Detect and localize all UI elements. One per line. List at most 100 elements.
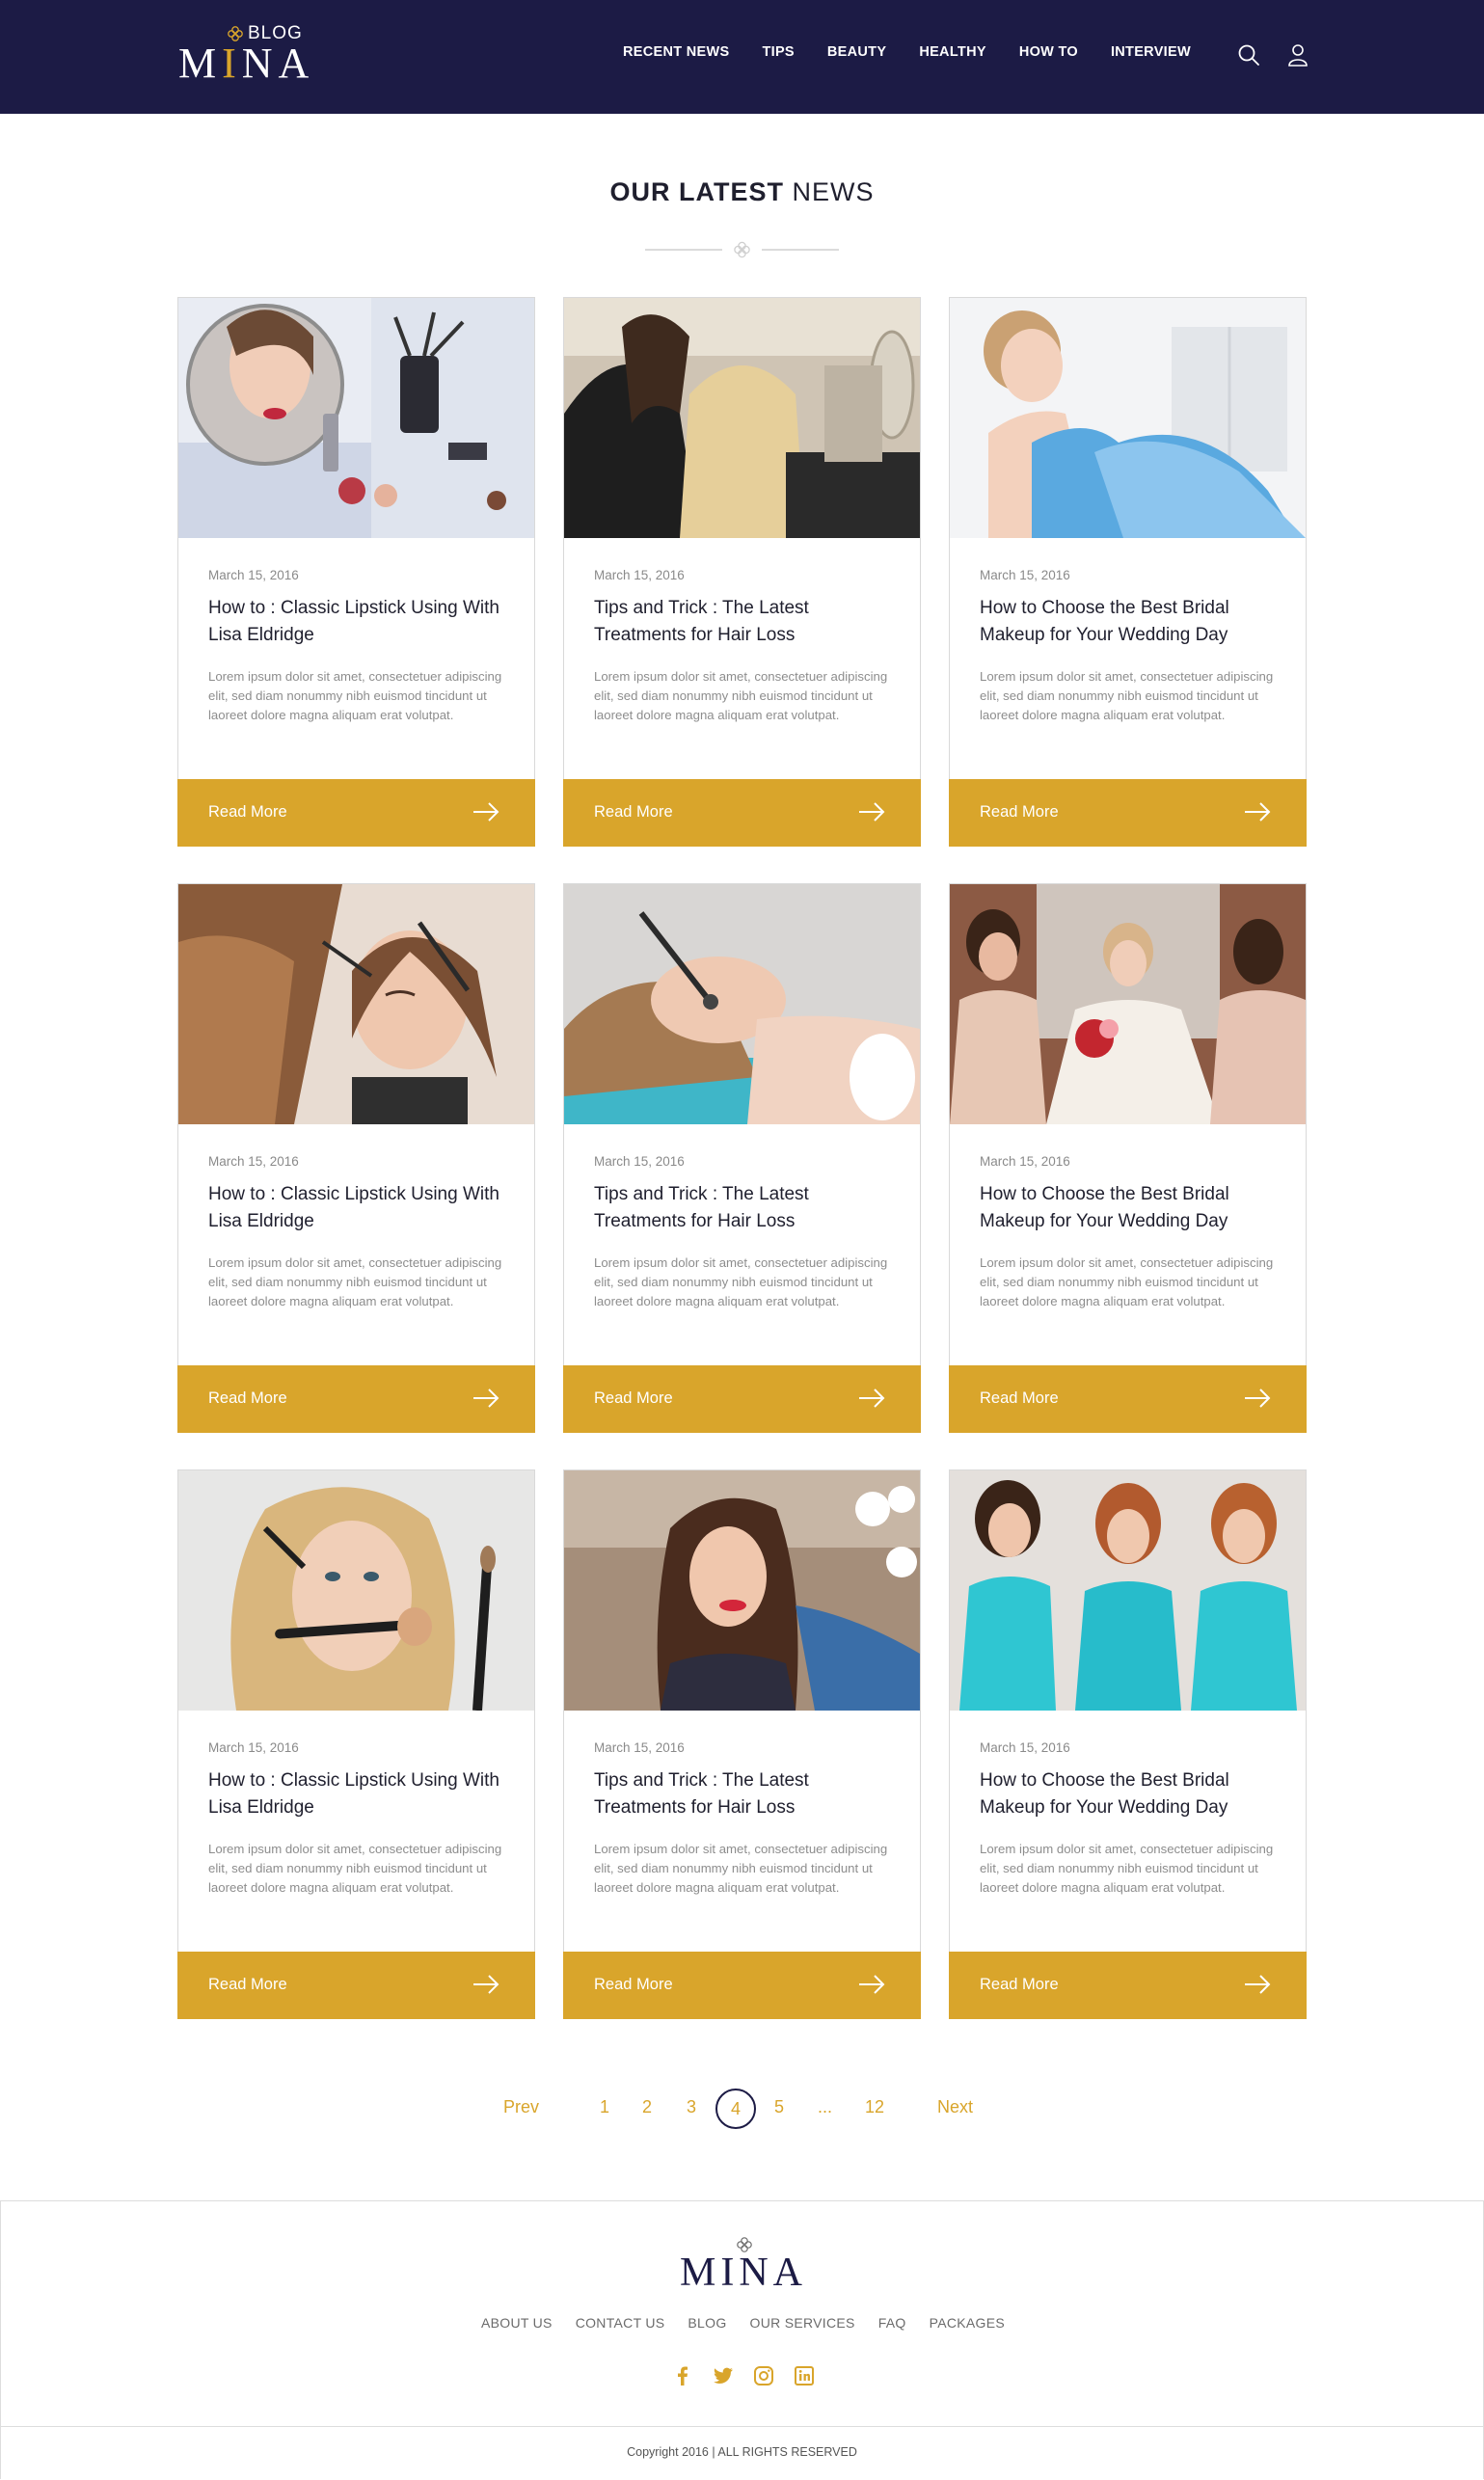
- linkedin-icon[interactable]: [793, 2364, 816, 2387]
- ornament-divider: [645, 241, 839, 258]
- post-image-hair-salon[interactable]: [564, 298, 920, 538]
- post-title[interactable]: How to : Classic Lipstick Using With Lis…: [208, 1181, 512, 1235]
- post-title[interactable]: Tips and Trick : The Latest Treatments f…: [594, 1767, 898, 1821]
- footer-link-about-us[interactable]: ABOUT US: [481, 2315, 553, 2331]
- instagram-icon[interactable]: [752, 2364, 775, 2387]
- post-card: March 15, 2016 How to : Classic Lipstick…: [177, 883, 535, 1433]
- post-date: March 15, 2016: [594, 1154, 685, 1169]
- pagination-next[interactable]: Next: [937, 2097, 973, 2117]
- main-nav: RECENT NEWS TIPS BEAUTY HEALTHY HOW TO I…: [623, 44, 1224, 67]
- social-links: [1, 2364, 1484, 2387]
- page-link-2[interactable]: 2: [642, 2097, 652, 2117]
- arrow-right-icon: [859, 1975, 885, 1994]
- read-more-label: Read More: [208, 1389, 287, 1407]
- footer-link-packages[interactable]: PACKAGES: [930, 2315, 1005, 2331]
- page-link-current[interactable]: 4: [715, 2089, 756, 2129]
- post-image-makeup-brushes[interactable]: [178, 1470, 534, 1711]
- copyright-bar: Copyright 2016 | ALL RIGHTS RESERVED: [1, 2426, 1483, 2480]
- page-ellipsis: ...: [818, 2097, 833, 2116]
- footer-link-faq[interactable]: FAQ: [878, 2315, 906, 2331]
- post-title[interactable]: How to Choose the Best Bridal Makeup for…: [980, 595, 1283, 649]
- post-title[interactable]: Tips and Trick : The Latest Treatments f…: [594, 595, 898, 649]
- post-image-bride-bridesmaids[interactable]: [950, 884, 1306, 1124]
- post-image-bridesmaids-turquoise[interactable]: [950, 1470, 1306, 1711]
- post-title[interactable]: Tips and Trick : The Latest Treatments f…: [594, 1181, 898, 1235]
- nav-healthy[interactable]: HEALTHY: [919, 44, 986, 67]
- read-more-label: Read More: [980, 803, 1059, 821]
- pagination: Prev 1 2 3 4 5 ... 12 Next: [0, 2089, 1484, 2131]
- read-more-label: Read More: [594, 1976, 673, 1993]
- post-date: March 15, 2016: [594, 568, 685, 582]
- footer-link-our-services[interactable]: OUR SERVICES: [750, 2315, 855, 2331]
- post-image-makeup-artist[interactable]: [564, 1470, 920, 1711]
- arrow-right-icon: [473, 802, 499, 822]
- read-more-button[interactable]: Read More: [177, 1365, 535, 1433]
- page-link-3[interactable]: 3: [687, 2097, 696, 2117]
- post-image-bride-blue-dress[interactable]: [950, 298, 1306, 538]
- nav-recent-news[interactable]: RECENT NEWS: [623, 44, 729, 67]
- post-title[interactable]: How to : Classic Lipstick Using With Lis…: [208, 595, 512, 649]
- twitter-icon[interactable]: [712, 2364, 735, 2387]
- post-excerpt: Lorem ipsum dolor sit amet, consectetuer…: [208, 669, 502, 722]
- post-title[interactable]: How to Choose the Best Bridal Makeup for…: [980, 1181, 1283, 1235]
- nav-beauty[interactable]: BEAUTY: [827, 44, 886, 67]
- read-more-label: Read More: [980, 1976, 1059, 1993]
- post-image-lipstick-mirror[interactable]: [178, 298, 534, 538]
- read-more-button[interactable]: Read More: [177, 1952, 535, 2019]
- footer-logo[interactable]: MINA: [676, 2236, 811, 2295]
- site-header: BLOG MINA RECENT NEWS TIPS BEAUTY HEALTH…: [0, 0, 1484, 114]
- user-icon[interactable]: [1285, 42, 1310, 67]
- post-excerpt: Lorem ipsum dolor sit amet, consectetuer…: [594, 1255, 888, 1308]
- read-more-button[interactable]: Read More: [949, 1952, 1307, 2019]
- read-more-button[interactable]: Read More: [563, 1952, 921, 2019]
- post-date: March 15, 2016: [208, 1154, 299, 1169]
- post-card: March 15, 2016 How to Choose the Best Br…: [949, 1469, 1307, 2019]
- copyright-text: Copyright 2016 | ALL RIGHTS RESERVED: [627, 2445, 857, 2459]
- post-excerpt: Lorem ipsum dolor sit amet, consectetuer…: [594, 1842, 888, 1895]
- post-card: March 15, 2016 Tips and Trick : The Late…: [563, 297, 921, 847]
- search-icon[interactable]: [1236, 42, 1261, 67]
- post-image-facial-treatment[interactable]: [564, 884, 920, 1124]
- arrow-right-icon: [1245, 1975, 1271, 1994]
- post-excerpt: Lorem ipsum dolor sit amet, consectetuer…: [208, 1255, 502, 1308]
- read-more-label: Read More: [594, 1389, 673, 1407]
- page-link-12[interactable]: 12: [865, 2097, 884, 2117]
- pagination-prev[interactable]: Prev: [503, 2097, 539, 2117]
- footer-link-contact-us[interactable]: CONTACT US: [576, 2315, 665, 2331]
- site-footer: MINA ABOUT US CONTACT US BLOG OUR SERVIC…: [0, 2200, 1484, 2479]
- footer-link-blog[interactable]: BLOG: [688, 2315, 726, 2331]
- read-more-label: Read More: [980, 1389, 1059, 1407]
- section-title: OUR LATEST NEWS: [609, 177, 875, 206]
- read-more-button[interactable]: Read More: [949, 1365, 1307, 1433]
- nav-how-to[interactable]: HOW TO: [1019, 44, 1078, 67]
- nav-tips[interactable]: TIPS: [762, 44, 794, 67]
- read-more-label: Read More: [594, 803, 673, 821]
- arrow-right-icon: [1245, 802, 1271, 822]
- logo-wordmark: MINA: [178, 40, 315, 87]
- post-excerpt: Lorem ipsum dolor sit amet, consectetuer…: [208, 1842, 502, 1895]
- arrow-right-icon: [1245, 1388, 1271, 1408]
- post-excerpt: Lorem ipsum dolor sit amet, consectetuer…: [980, 1255, 1274, 1308]
- page-link-5[interactable]: 5: [774, 2097, 784, 2117]
- post-date: March 15, 2016: [208, 1740, 299, 1755]
- post-title[interactable]: How to : Classic Lipstick Using With Lis…: [208, 1767, 512, 1821]
- facebook-icon[interactable]: [671, 2364, 694, 2387]
- read-more-button[interactable]: Read More: [177, 779, 535, 847]
- arrow-right-icon: [859, 802, 885, 822]
- nav-interview[interactable]: INTERVIEW: [1111, 44, 1191, 67]
- site-logo[interactable]: BLOG MINA: [178, 21, 323, 87]
- post-date: March 15, 2016: [208, 568, 299, 582]
- read-more-button[interactable]: Read More: [949, 779, 1307, 847]
- post-card: March 15, 2016 How to : Classic Lipstick…: [177, 297, 535, 847]
- post-image-eye-makeup[interactable]: [178, 884, 534, 1124]
- post-date: March 15, 2016: [980, 1154, 1070, 1169]
- page-link-1[interactable]: 1: [600, 2097, 609, 2117]
- post-card: March 15, 2016 How to : Classic Lipstick…: [177, 1469, 535, 2019]
- arrow-right-icon: [859, 1388, 885, 1408]
- read-more-button[interactable]: Read More: [563, 779, 921, 847]
- post-title[interactable]: How to Choose the Best Bridal Makeup for…: [980, 1767, 1283, 1821]
- footer-logo-text: MINA: [680, 2251, 807, 2295]
- post-excerpt: Lorem ipsum dolor sit amet, consectetuer…: [594, 669, 888, 722]
- post-card: March 15, 2016 How to Choose the Best Br…: [949, 883, 1307, 1433]
- read-more-button[interactable]: Read More: [563, 1365, 921, 1433]
